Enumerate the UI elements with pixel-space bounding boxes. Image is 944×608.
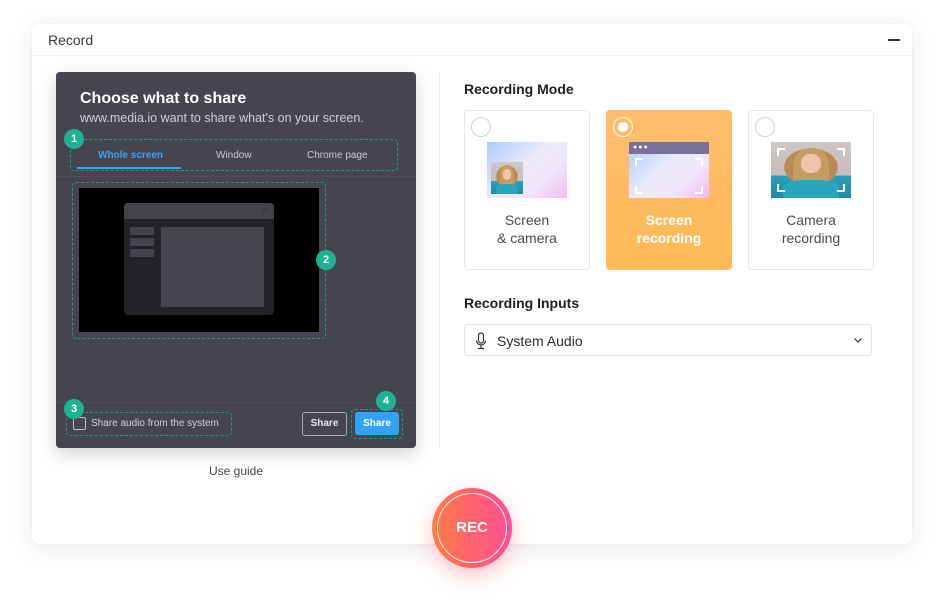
step-badge-4: 4 [376, 391, 396, 411]
dialog-subtitle: www.media.io want to share what's on you… [80, 111, 364, 125]
frame-corner-icon [695, 158, 703, 166]
recording-input-select[interactable]: System Audio [464, 324, 872, 356]
mode-screen-and-camera[interactable]: Screen & camera [464, 110, 590, 270]
share-audio-option: Share audio from the system [66, 412, 232, 436]
close-icon: ✕ [260, 205, 269, 216]
mode-label-line1: Camera [786, 212, 836, 228]
mode-label: Camera recording [749, 211, 873, 247]
share-audio-label: Share audio from the system [91, 418, 219, 429]
mode-label-line2: recording [781, 230, 841, 246]
frame-corner-icon [635, 186, 643, 194]
record-window: Record Choose what to share www.media.io… [32, 24, 912, 544]
title-bar: Record [32, 24, 912, 56]
dialog-title: Choose what to share [80, 90, 247, 107]
share-primary-frame: Share [351, 409, 403, 439]
active-tab-indicator [77, 167, 181, 169]
frame-corner-icon [635, 158, 643, 166]
frame-corner-icon [777, 148, 785, 156]
camera-person-image [491, 162, 523, 194]
shoulders [495, 183, 519, 194]
step-badge-2: 2 [316, 250, 336, 270]
mode-camera-recording[interactable]: Camera recording [748, 110, 874, 270]
window-bar: ●●● [629, 142, 709, 154]
window-illustration: ✕ [124, 203, 274, 315]
shoulders [783, 180, 839, 198]
recording-inputs-title: Recording Inputs [464, 295, 580, 311]
face [800, 154, 822, 174]
recording-mode-title: Recording Mode [464, 81, 574, 97]
content-area [161, 227, 264, 307]
minimize-icon[interactable] [888, 39, 900, 41]
screen-recording-thumbnail: ●●● [629, 142, 709, 198]
frame-corner-icon [837, 148, 845, 156]
frame-corner-icon [777, 184, 785, 192]
chevron-down-icon [854, 338, 862, 343]
tab-window[interactable]: Window [216, 150, 252, 161]
share-primary-button[interactable]: Share [355, 412, 399, 435]
selected-input-value: System Audio [497, 333, 583, 349]
screen-camera-thumbnail [487, 142, 567, 198]
mode-screen-recording[interactable]: ●●● Screen recording [606, 110, 732, 270]
panel-divider [439, 72, 440, 448]
sidebar-line [130, 238, 154, 246]
mode-label: Screen & camera [465, 211, 589, 247]
rec-label: REC [456, 519, 488, 536]
share-dialog-preview: Choose what to share www.media.io want t… [56, 72, 416, 448]
microphone-icon [475, 332, 487, 350]
screen-preview-frame: ✕ [72, 182, 326, 339]
window-illustration-bar: ✕ [124, 203, 274, 219]
share-secondary-button[interactable]: Share [302, 412, 347, 436]
radio-button[interactable] [471, 117, 491, 137]
frame-corner-icon [695, 186, 703, 194]
step-badge-1: 1 [64, 129, 84, 149]
mode-label-line1: Screen [504, 212, 550, 228]
mode-label-line2: recording [636, 230, 702, 246]
screen-thumbnail[interactable]: ✕ [79, 188, 319, 332]
mode-label-line1: Screen [645, 212, 693, 228]
use-guide-link[interactable]: Use guide [56, 464, 416, 478]
tab-whole-screen[interactable]: Whole screen [98, 150, 163, 161]
sidebar-line [130, 227, 154, 235]
frame-corner-icon [837, 184, 845, 192]
radio-button[interactable] [755, 117, 775, 137]
step-badge-3: 3 [64, 399, 84, 419]
face [502, 169, 512, 180]
mode-label: Screen recording [607, 211, 731, 247]
tab-chrome-page[interactable]: Chrome page [307, 150, 368, 161]
mode-label-line2: & camera [497, 230, 557, 246]
camera-recording-thumbnail [771, 142, 851, 198]
sidebar-line [130, 249, 154, 257]
window-dots-icon: ●●● [633, 144, 649, 151]
window-title: Record [48, 32, 94, 48]
divider [56, 402, 416, 403]
divider [56, 176, 416, 177]
rec-button[interactable]: REC [432, 488, 512, 568]
radio-button-selected[interactable] [613, 117, 633, 137]
share-tabs: Whole screen Window Chrome page [70, 139, 398, 171]
